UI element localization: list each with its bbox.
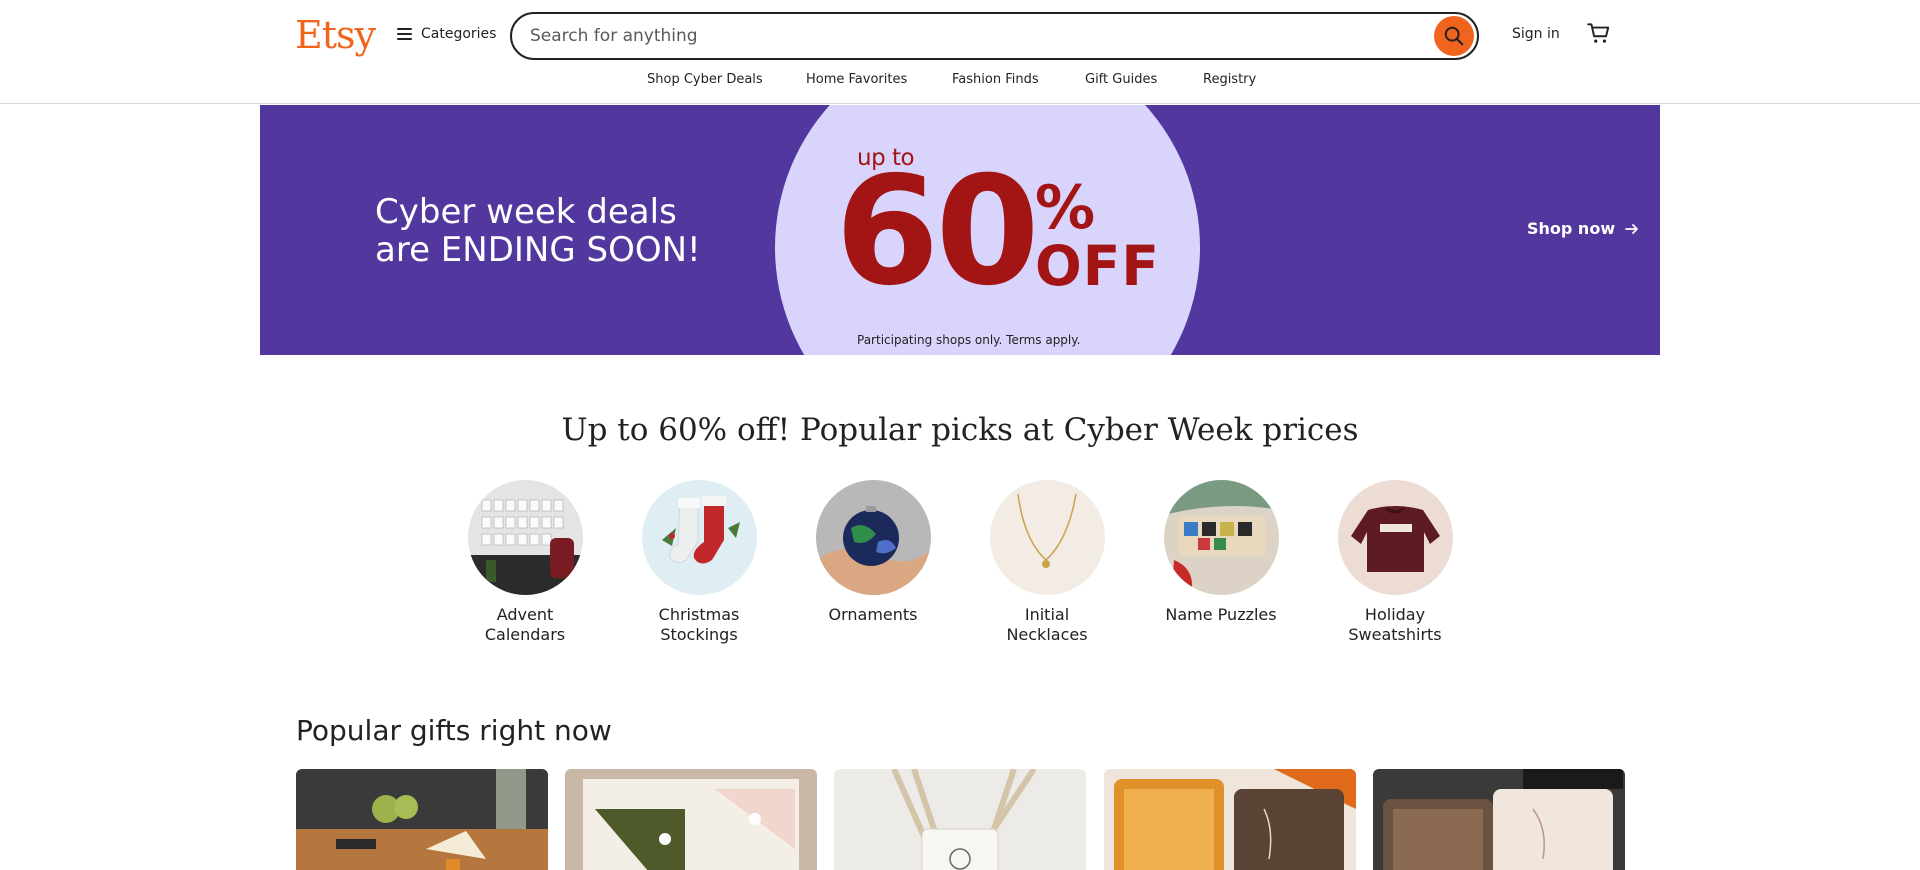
popular-gifts-title: Popular gifts right now: [296, 714, 612, 747]
nav-shop-cyber-deals[interactable]: Shop Cyber Deals: [647, 72, 763, 87]
search-input[interactable]: [530, 26, 1390, 46]
categories-button[interactable]: Categories: [397, 26, 496, 42]
nav-registry[interactable]: Registry: [1203, 72, 1256, 87]
gift-card[interactable]: [296, 769, 548, 870]
nav-home-favorites[interactable]: Home Favorites: [806, 72, 907, 87]
sub-navigation: Shop Cyber Deals Home Favorites Fashion …: [0, 72, 1920, 92]
stockings-photo-icon: [641, 480, 757, 595]
banner-headline: Cyber week deals are ENDING SOON!: [375, 193, 701, 269]
sweatshirt-photo-icon: [1337, 480, 1453, 595]
cart-icon: [1587, 23, 1610, 43]
search-button[interactable]: [1434, 16, 1474, 56]
category-label: Advent Calendars: [450, 605, 600, 645]
category-label: Christmas Stockings: [624, 605, 774, 645]
arrow-right-icon: [1625, 223, 1638, 234]
name-puzzle-photo-icon: [1163, 480, 1279, 595]
category-ornaments[interactable]: Ornaments: [798, 480, 948, 625]
gift-card[interactable]: [1104, 769, 1356, 870]
category-label-line1: Initial: [1024, 605, 1070, 624]
category-label-line2: Stockings: [660, 625, 738, 644]
discount-number: 60: [835, 145, 1040, 319]
cart-button[interactable]: [1586, 20, 1614, 48]
category-label-line1: Ornaments: [828, 605, 918, 624]
jewelry-case-photo-icon: [1373, 769, 1625, 870]
shop-now-label: Shop now: [1527, 219, 1616, 238]
site-header: Etsy Categories Sign in Shop Cyber Deals…: [0, 0, 1920, 104]
category-holiday-sweatshirts[interactable]: Holiday Sweatshirts: [1320, 480, 1470, 645]
category-christmas-stockings[interactable]: Christmas Stockings: [624, 480, 774, 645]
category-label: Initial Necklaces: [972, 605, 1122, 645]
category-label-line2: Necklaces: [1006, 625, 1088, 644]
etsy-logo[interactable]: Etsy: [295, 12, 376, 58]
category-label-line2: Sweatshirts: [1348, 625, 1442, 644]
jewelry-box-photo-icon: [1104, 769, 1356, 870]
gift-card[interactable]: [565, 769, 817, 870]
bookmark-photo-icon: [565, 769, 817, 870]
category-name-puzzles[interactable]: Name Puzzles: [1146, 480, 1296, 625]
banner-headline-line1: Cyber week deals: [375, 192, 677, 232]
sign-in-link[interactable]: Sign in: [1512, 26, 1560, 42]
category-initial-necklaces[interactable]: Initial Necklaces: [972, 480, 1122, 645]
percent-sign: %: [1035, 173, 1096, 243]
shop-now-link[interactable]: Shop now: [1527, 219, 1639, 238]
terms-text: Participating shops only. Terms apply.: [857, 333, 1081, 347]
cheese-board-photo-icon: [296, 769, 548, 870]
category-advent-calendars[interactable]: Advent Calendars: [450, 480, 600, 645]
ornament-photo-icon: [815, 480, 931, 595]
cyber-week-banner[interactable]: Cyber week deals are ENDING SOON! up to …: [260, 105, 1660, 355]
category-label-line1: Name Puzzles: [1165, 605, 1277, 624]
category-label: Name Puzzles: [1146, 605, 1296, 625]
search-icon: [1444, 26, 1464, 46]
advent-calendar-photo-icon: [467, 480, 583, 595]
category-label: Holiday Sweatshirts: [1320, 605, 1470, 645]
necklace-photo-icon: [989, 480, 1105, 595]
category-label-line1: Holiday: [1364, 605, 1426, 624]
section-title: Up to 60% off! Popular picks at Cyber We…: [561, 412, 1359, 448]
gift-card[interactable]: [834, 769, 1086, 870]
category-label: Ornaments: [798, 605, 948, 625]
gift-card[interactable]: [1373, 769, 1625, 870]
hamburger-icon: [397, 28, 412, 40]
nav-fashion-finds[interactable]: Fashion Finds: [952, 72, 1039, 87]
nav-gift-guides[interactable]: Gift Guides: [1085, 72, 1157, 87]
off-text: OFF: [1035, 234, 1160, 298]
glass-cup-photo-icon: [834, 769, 1086, 870]
banner-headline-line2: are ENDING SOON!: [375, 230, 701, 270]
category-label-line1: Advent: [496, 605, 554, 624]
search-bar: [510, 12, 1479, 60]
categories-label: Categories: [421, 26, 497, 42]
category-label-line1: Christmas: [658, 605, 740, 624]
category-label-line2: Calendars: [484, 625, 566, 644]
